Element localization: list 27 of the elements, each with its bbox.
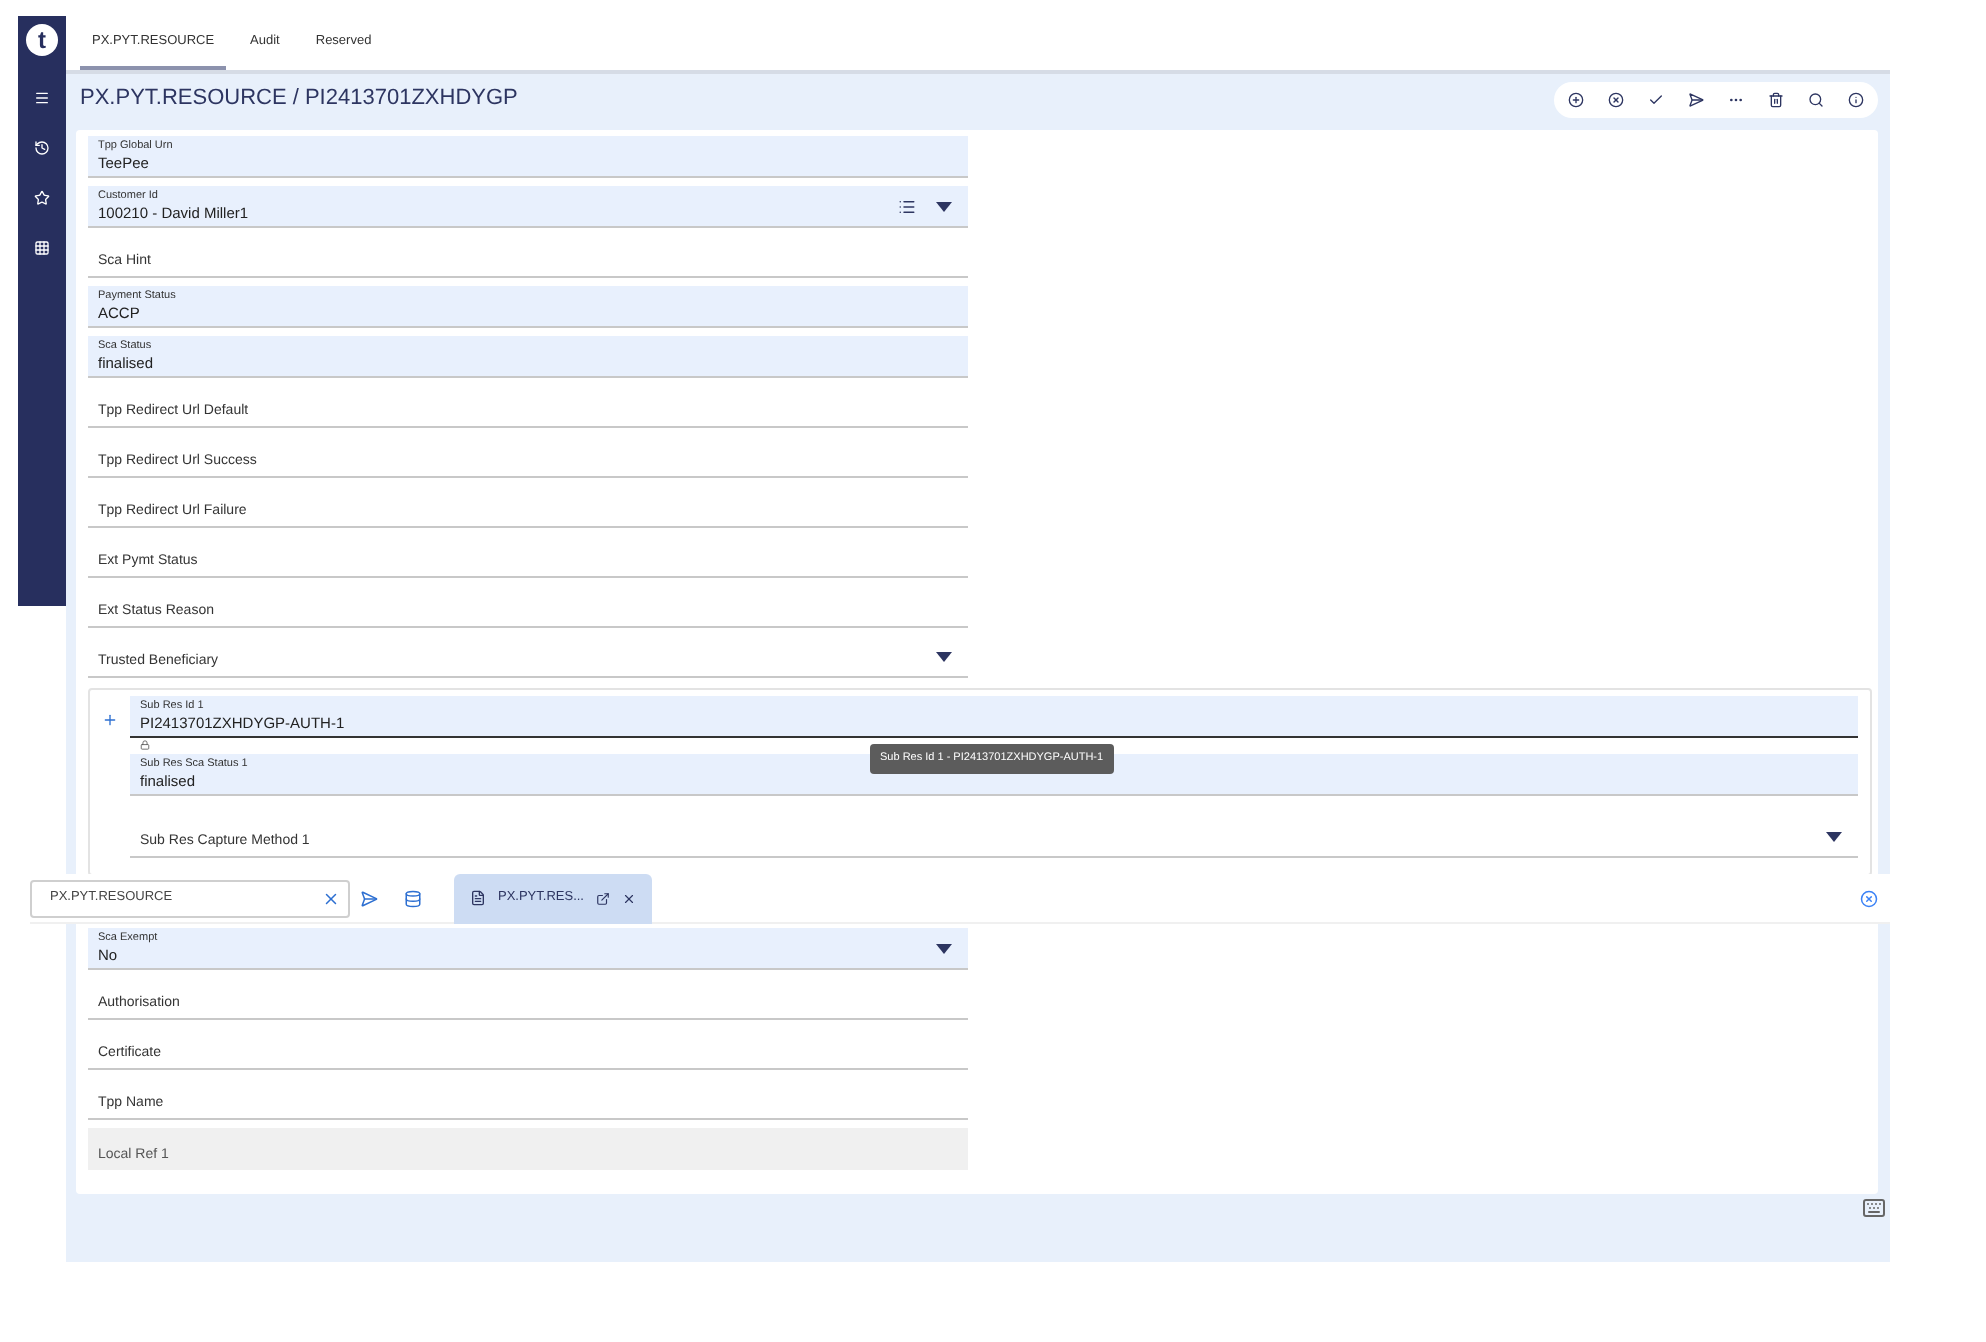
list-icon[interactable] [898,197,916,215]
dropdown-caret-icon[interactable] [936,651,952,661]
trash-icon[interactable] [1768,91,1784,107]
grid-icon[interactable] [34,240,50,256]
dropdown-caret-icon[interactable] [936,201,952,211]
close-icon[interactable] [622,891,636,905]
page-title: PX.PYT.RESOURCE / PI2413701ZXHDYGP [80,84,518,115]
dropdown-caret-icon[interactable] [936,943,952,953]
keyboard-icon[interactable] [1862,1196,1886,1220]
dropdown-caret-icon[interactable] [1826,831,1842,841]
clear-icon[interactable] [322,889,340,907]
popout-icon[interactable] [596,891,610,905]
star-icon[interactable] [34,190,50,206]
document-icon [470,890,486,906]
lock-icon [140,740,150,750]
send-icon[interactable] [1688,91,1704,107]
check-icon[interactable] [1648,91,1664,107]
plus-circle-icon[interactable] [1568,91,1584,107]
database-icon[interactable] [404,889,422,907]
x-circle-icon[interactable] [1608,91,1624,107]
logo[interactable]: t [26,24,58,56]
menu-icon[interactable] [34,90,50,106]
search-icon[interactable] [1808,91,1824,107]
close-icon[interactable] [1860,889,1878,907]
history-icon[interactable] [34,140,50,156]
add-icon[interactable] [102,712,118,728]
info-icon[interactable] [1848,91,1864,107]
